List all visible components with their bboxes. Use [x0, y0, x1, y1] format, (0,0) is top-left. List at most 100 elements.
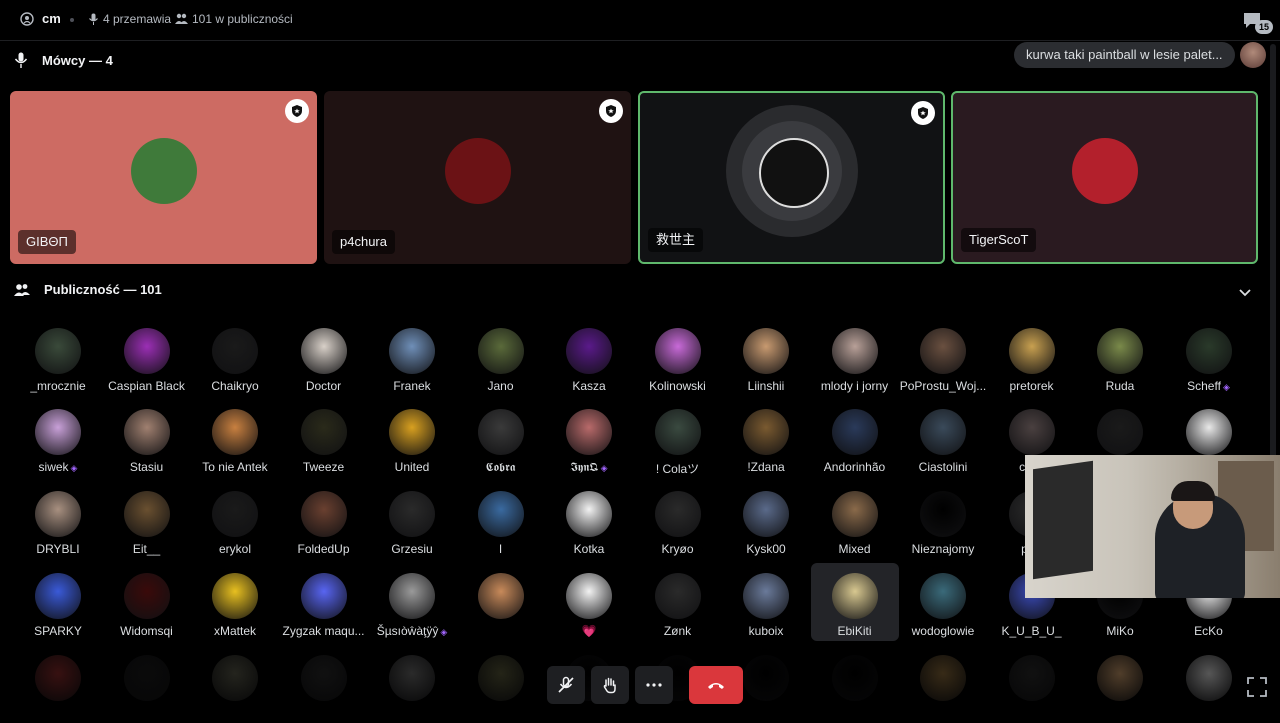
audience-member[interactable] — [899, 645, 987, 723]
speaker-tile[interactable]: GIBΘΠ — [10, 91, 317, 264]
speaker-tile[interactable]: TigerScoT — [951, 91, 1258, 264]
audience-member[interactable] — [988, 645, 1076, 723]
audience-member[interactable]: Ruda — [1076, 318, 1164, 396]
avatar — [123, 655, 170, 701]
audience-member[interactable] — [191, 645, 279, 723]
audience-member[interactable]: Zygzak maqu... — [280, 563, 368, 641]
audience-member[interactable]: SPARKY — [14, 563, 102, 641]
audience-member[interactable]: Ciastolini — [899, 399, 987, 477]
stage-name: cm — [42, 11, 61, 26]
audience-member[interactable]: Kotka — [545, 481, 633, 559]
avatar — [1008, 655, 1055, 701]
audience-member[interactable] — [103, 645, 191, 723]
audience-member-name: Ciastolini — [899, 460, 987, 474]
mute-toggle-button[interactable] — [547, 666, 585, 704]
audience-member[interactable]: ! Colaツ — [634, 399, 722, 477]
latest-message-bubble[interactable]: kurwa taki paintball w lesie palet... — [1014, 42, 1235, 68]
chevron-down-icon[interactable] — [1238, 285, 1252, 299]
audience-member[interactable] — [457, 645, 545, 723]
audience-member[interactable]: Kryøo — [634, 481, 722, 559]
audience-member[interactable]: To nie Antek — [191, 399, 279, 477]
audience-member[interactable]: Andorinhão — [811, 399, 899, 477]
hand-icon — [603, 677, 616, 694]
audience-member[interactable]: Jano — [457, 318, 545, 396]
member-name-text: Kryøo — [661, 542, 694, 556]
more-options-button[interactable] — [635, 666, 673, 704]
audience-member[interactable]: mlody i jorny — [811, 318, 899, 396]
avatar — [35, 328, 81, 374]
raise-hand-button[interactable] — [591, 666, 629, 704]
audience-member[interactable] — [14, 645, 102, 723]
audience-member[interactable] — [368, 645, 456, 723]
avatar — [1185, 409, 1232, 455]
audience-member-name: Chaikryo — [191, 379, 279, 393]
stage-channel-title: cm — [20, 11, 61, 26]
audience-member-name: To nie Antek — [191, 460, 279, 474]
audience-member[interactable]: I — [457, 481, 545, 559]
audience-member[interactable] — [280, 645, 368, 723]
audience-member[interactable]: DRYBLI — [14, 481, 102, 559]
audience-member[interactable]: 𝕴𝖞𝖓𝕼 ◈ — [545, 399, 633, 477]
audience-member[interactable]: Scheff ◈ — [1165, 318, 1253, 396]
audience-member[interactable]: Kolinowski — [634, 318, 722, 396]
fullscreen-icon[interactable] — [1246, 676, 1268, 698]
avatar — [920, 655, 966, 701]
audience-member[interactable]: Šµsıòŵàţÿŷ ◈ — [368, 563, 456, 641]
hang-up-icon — [708, 683, 724, 689]
audience-member[interactable]: wodoglowie — [899, 563, 987, 641]
audience-member[interactable]: siwek ◈ — [14, 399, 102, 477]
audience-member[interactable]: Caspian Black — [103, 318, 191, 396]
audience-member[interactable] — [457, 563, 545, 641]
audience-member[interactable]: Grzesiu — [368, 481, 456, 559]
avatar — [566, 409, 612, 455]
audience-member[interactable]: Franek — [368, 318, 456, 396]
member-name-text: pretorek — [1009, 379, 1054, 393]
audience-member[interactable]: Mixed — [811, 481, 899, 559]
speaker-name: p4chura — [332, 230, 395, 254]
audience-member[interactable]: xMattek — [191, 563, 279, 641]
audience-member[interactable]: Widomsqi — [103, 563, 191, 641]
message-author-avatar[interactable] — [1240, 42, 1266, 68]
speaker-tile[interactable]: 救世主 — [638, 91, 945, 264]
member-name-text: Tweeze — [302, 460, 345, 474]
member-name-text: !Zdana — [747, 460, 785, 474]
audience-member[interactable]: !Zdana — [722, 399, 810, 477]
avatar — [35, 409, 81, 455]
speaker-tile[interactable]: p4chura — [324, 91, 631, 264]
audience-member[interactable]: Nieznajomy — [899, 481, 987, 559]
audience-member[interactable] — [1165, 645, 1253, 723]
audience-member-name: Andorinhão — [811, 460, 899, 474]
audience-member[interactable]: Kysk00 — [722, 481, 810, 559]
audience-member[interactable] — [1076, 645, 1164, 723]
audience-member[interactable]: 💗 — [545, 563, 633, 641]
speaker-name: TigerScoT — [961, 228, 1037, 252]
audience-member[interactable]: erykol — [191, 481, 279, 559]
member-name-text: erykol — [218, 542, 251, 556]
audience-member[interactable]: Kasza — [545, 318, 633, 396]
audience-member[interactable]: Eit__ — [103, 481, 191, 559]
audience-member[interactable]: Chaikryo — [191, 318, 279, 396]
audience-member[interactable]: kuboix — [722, 563, 810, 641]
threads-count-badge: 15 — [1255, 20, 1273, 34]
audience-member-name: Doctor — [280, 379, 368, 393]
audience-member[interactable]: Liinshii — [722, 318, 810, 396]
audience-member[interactable]: Doctor — [280, 318, 368, 396]
audience-member[interactable]: 𝕮𝖔𝖇𝖗𝖆 — [457, 399, 545, 477]
audience-member-name: mlody i jorny — [811, 379, 899, 393]
audience-member[interactable] — [811, 645, 899, 723]
audience-member[interactable]: Tweeze — [280, 399, 368, 477]
audience-member[interactable]: FoldedUp — [280, 481, 368, 559]
audience-member[interactable]: PoProstu_Woj... — [899, 318, 987, 396]
avatar — [1097, 409, 1143, 455]
threads-button[interactable]: 15 — [1242, 10, 1273, 36]
audience-member[interactable]: EbiKiti — [810, 563, 899, 641]
leave-stage-button[interactable] — [689, 666, 743, 704]
audience-member[interactable]: pretorek — [988, 318, 1076, 396]
audience-member[interactable]: Stasiu — [103, 399, 191, 477]
moderator-shield-icon — [599, 99, 623, 123]
audience-member-name: erykol — [191, 542, 279, 556]
avatar — [1097, 328, 1143, 374]
audience-member[interactable]: _mrocznie — [14, 318, 102, 396]
audience-member[interactable]: Zønk — [634, 563, 722, 641]
audience-member[interactable]: United — [368, 399, 456, 477]
